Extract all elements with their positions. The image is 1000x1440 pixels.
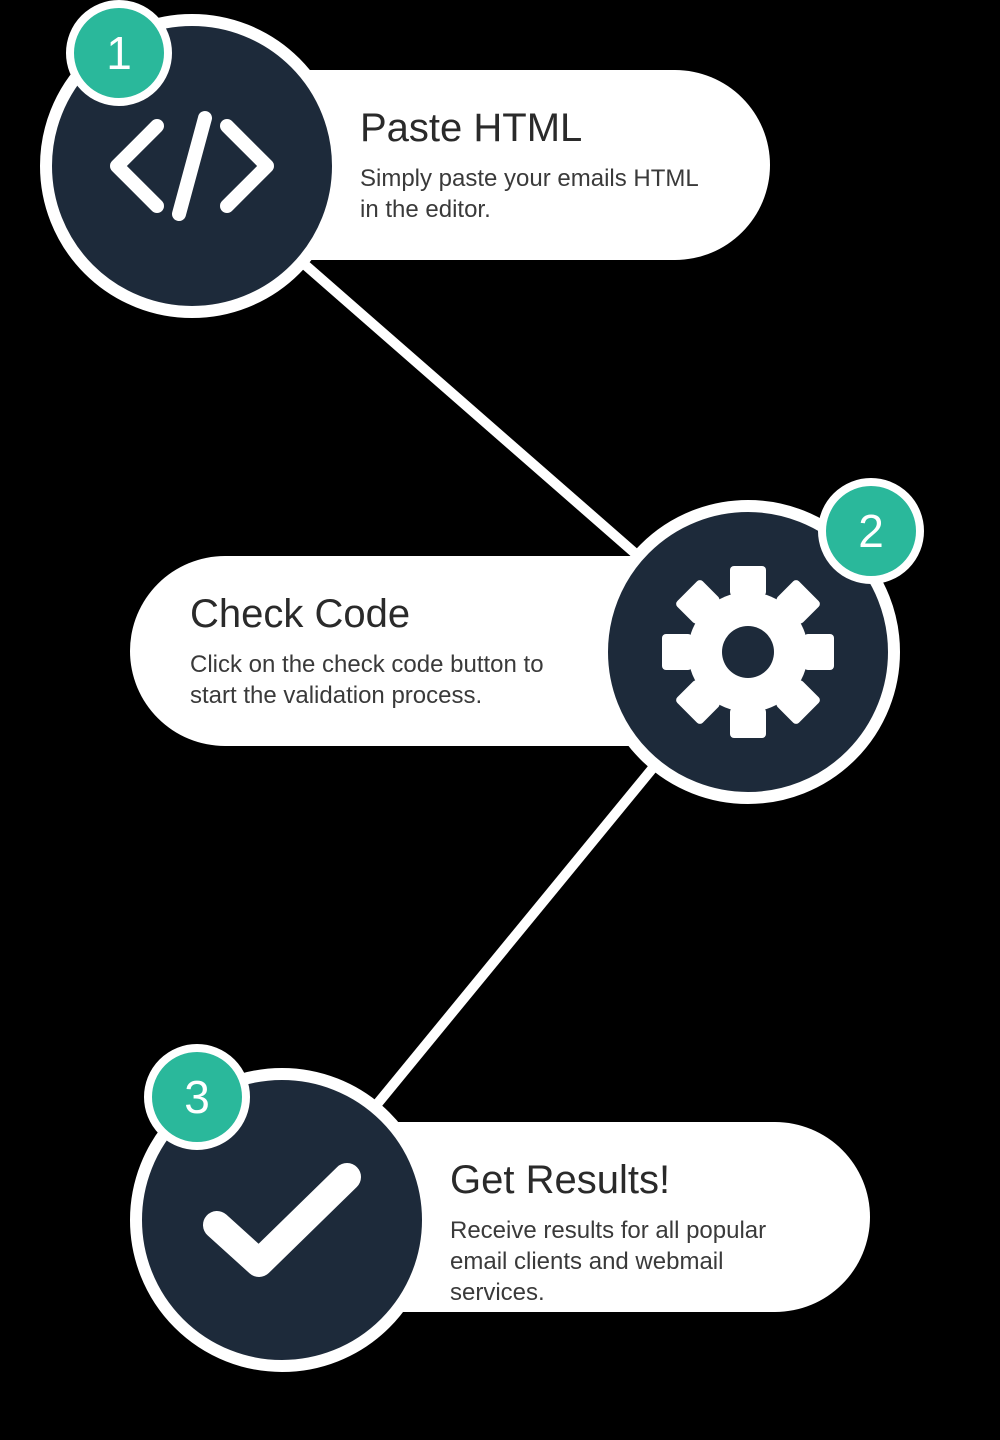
step-3-desc: Receive results for all popular email cl… [450,1215,810,1309]
step-1-title: Paste HTML [360,106,710,151]
step-3-number: 3 [184,1070,210,1124]
step-2-title: Check Code [190,592,550,637]
step-2-desc: Click on the check code button to start … [190,649,550,711]
step-1-desc: Simply paste your emails HTML in the edi… [360,163,710,225]
step-3-badge: 3 [144,1044,250,1150]
step-1-number: 1 [106,26,132,80]
step-3-title: Get Results! [450,1158,810,1203]
check-icon [197,1155,367,1285]
process-diagram: Paste HTML Simply paste your emails HTML… [0,0,1000,1440]
step-1-badge: 1 [66,0,172,106]
step-2-number: 2 [858,504,884,558]
step-2-badge: 2 [818,478,924,584]
gear-icon [658,562,838,742]
code-icon [97,106,287,226]
